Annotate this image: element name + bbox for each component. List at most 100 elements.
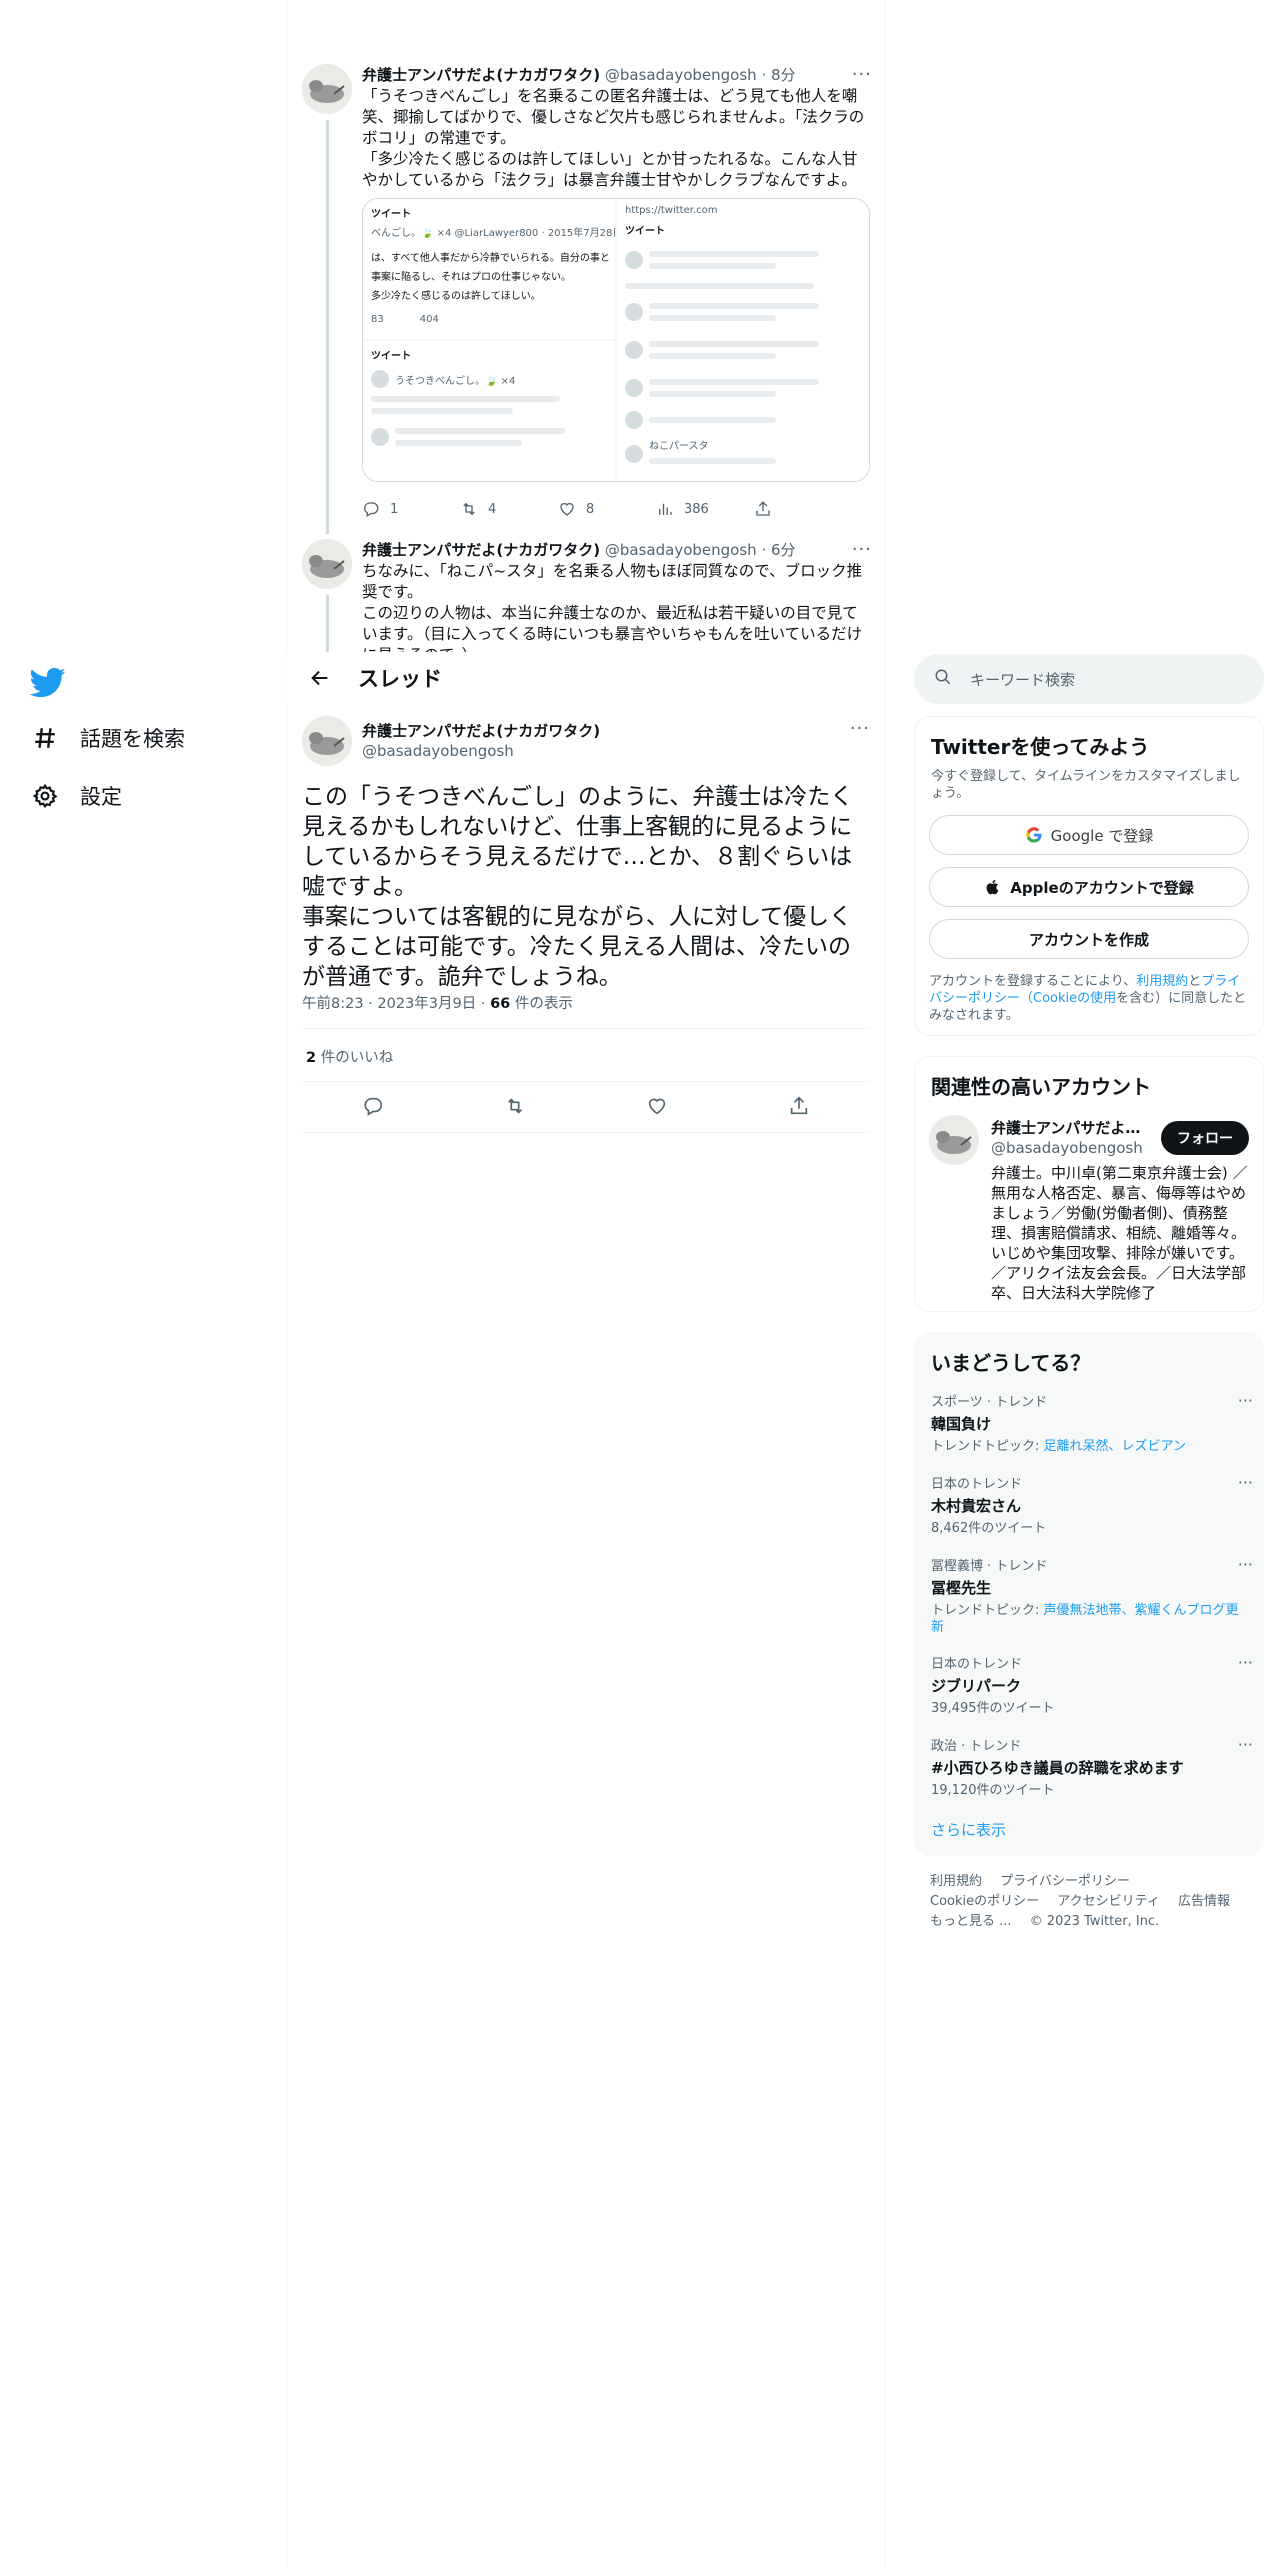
media-text: 83 xyxy=(371,314,384,325)
tweet-actions xyxy=(302,1090,870,1126)
thread-tweet[interactable]: 弁護士アンパサだよ(ナカガワタク) @basadayobengosh · 6分 … xyxy=(302,539,872,652)
thread-tweet[interactable]: 弁護士アンパサだよ(ナカガワタク) @basadayobengosh · 8分 … xyxy=(302,64,872,534)
apple-signup-label: Appleのアカウントで登録 xyxy=(1010,878,1194,897)
avatar[interactable] xyxy=(302,64,352,114)
trend-item[interactable]: 日本のトレンド 木村貴宏さん 8,462件のツイート ··· xyxy=(931,1473,1253,1537)
footer-terms-link[interactable]: 利用規約 xyxy=(930,1874,982,1889)
tweet-time[interactable]: · 6分 xyxy=(761,541,795,559)
author-name[interactable]: 弁護士アンパサだよ(ナカガワタク) xyxy=(362,541,600,559)
back-arrow-icon[interactable] xyxy=(302,660,338,696)
media-text: は、すべて他人事だから冷静でいられる。自分の事と xyxy=(371,253,610,264)
avatar[interactable] xyxy=(929,1115,979,1165)
media-text: ツイート xyxy=(371,351,411,362)
share-button[interactable] xyxy=(754,500,852,518)
tweet-time[interactable]: · 8分 xyxy=(761,66,795,84)
trend-item[interactable]: 冨樫義博 · トレンド 冨樫先生 トレンドトピック: 声優無法地帯、紫耀くんブロ… xyxy=(931,1555,1253,1636)
views-count: 66 xyxy=(490,996,511,1012)
reply-icon[interactable] xyxy=(362,1095,384,1121)
related-title: 関連性の高いアカウント xyxy=(931,1075,1151,1099)
page-title: スレッド xyxy=(358,667,442,691)
trend-item[interactable]: スポーツ · トレンド 韓国負け トレンドトピック: 足離れ呆然、レズビアン ·… xyxy=(931,1391,1253,1455)
legal-text: と xyxy=(1188,974,1202,989)
media-text: 404 xyxy=(419,314,439,325)
google-signup-button[interactable]: Google で登録 xyxy=(929,815,1249,855)
tweet-text: 「うそつきべんごし」を名乗るこの匿名弁護士は、どう見ても他人を嘲笑、揶揄してばか… xyxy=(362,87,865,189)
author-name[interactable]: 弁護士アンパサだよ(ナカガワタク) xyxy=(362,66,600,84)
trend-topic-link[interactable]: 足離れ呆然、レズビアン xyxy=(1044,1439,1186,1454)
footer-privacy-link[interactable]: プライバシーポリシー xyxy=(1000,1874,1130,1889)
footer-more-link[interactable]: もっと見る ... xyxy=(930,1914,1012,1929)
tweet-actions: 1 4 8 386 xyxy=(362,496,872,522)
trend-sub-text: 39,495件のツイート xyxy=(931,1701,1055,1716)
column-divider xyxy=(884,0,885,2568)
related-account-name[interactable]: 弁護士アンパサだよ(ナカガワタク) xyxy=(991,1117,1141,1138)
signup-subtitle: 今すぐ登録して、タイムラインをカスタマイズしましょう。 xyxy=(931,769,1241,801)
share-icon[interactable] xyxy=(788,1095,810,1121)
reply-button[interactable]: 1 xyxy=(362,500,460,518)
column-divider xyxy=(286,0,287,2568)
share-icon xyxy=(756,501,770,516)
like-button[interactable]: 8 xyxy=(558,500,656,518)
footer-copyright: © 2023 Twitter, Inc. xyxy=(1029,1914,1160,1929)
heart-icon[interactable] xyxy=(646,1095,668,1121)
more-icon[interactable]: ··· xyxy=(1238,1735,1253,1754)
tweet-media-grid[interactable]: ツイート べんごし。🍃 ×4 @LiarLawyer800 · 2015年7月2… xyxy=(362,198,870,482)
tweet-meta: 午前8:23 · 2023年3月9日 · 66 件の表示 xyxy=(302,992,573,1013)
author-name[interactable]: 弁護士アンパサだよ(ナカガワタク) xyxy=(362,720,600,741)
search-box[interactable]: キーワード検索 xyxy=(914,654,1264,704)
gear-icon xyxy=(30,781,60,811)
footer-accessibility-link[interactable]: アクセシビリティ xyxy=(1057,1894,1160,1909)
related-accounts-card: 関連性の高いアカウント 弁護士アンパサだよ(ナカガワタク) @basadayob… xyxy=(914,1056,1264,1312)
likes-summary[interactable]: 2 件のいいね xyxy=(306,1046,393,1067)
retweet-button[interactable]: 4 xyxy=(460,500,558,518)
show-more-link[interactable]: さらに表示 xyxy=(931,1819,1006,1840)
more-icon[interactable]: ··· xyxy=(852,64,872,85)
media-image[interactable]: https://twitter.com ツイート ねこパースタ xyxy=(617,199,869,481)
media-text: ねこパースタ xyxy=(649,441,709,452)
more-icon[interactable]: ··· xyxy=(1238,1555,1253,1574)
media-text: 事案に陥るし、それはプロの仕事じゃない。 xyxy=(371,272,571,283)
views-label: 件の表示 xyxy=(510,996,573,1012)
terms-link[interactable]: 利用規約 xyxy=(1136,974,1188,989)
more-icon[interactable]: ··· xyxy=(852,539,872,560)
twitter-logo-icon[interactable] xyxy=(29,664,66,700)
tweet-timestamp[interactable]: 午前8:23 · 2023年3月9日 · xyxy=(302,996,490,1012)
footer-cookie-link[interactable]: Cookieのポリシー xyxy=(930,1894,1039,1909)
more-icon[interactable]: ··· xyxy=(1238,1653,1253,1672)
divider xyxy=(302,1132,870,1133)
more-icon[interactable]: ··· xyxy=(850,718,870,739)
footer-links: 利用規約 プライバシーポリシー Cookieのポリシー アクセシビリティ 広告情… xyxy=(914,1872,1264,1932)
footer-ads-link[interactable]: 広告情報 xyxy=(1178,1894,1230,1909)
views-icon xyxy=(659,503,672,515)
trend-item[interactable]: 日本のトレンド ジブリパーク 39,495件のツイート ··· xyxy=(931,1653,1253,1717)
thread-header: スレッド xyxy=(286,652,884,704)
google-signup-label: Google で登録 xyxy=(1050,826,1154,845)
tweet-text: ちなみに、「ねこパ~スタ」を名乗る人物もほぼ同質なので、ブロック推奨です。 この… xyxy=(362,562,863,652)
trend-sub-text: 19,120件のツイート xyxy=(931,1783,1055,1798)
retweet-icon[interactable] xyxy=(504,1095,526,1121)
trend-item[interactable]: 政治 · トレンド #小西ひろゆき議員の辞職を求めます 19,120件のツイート… xyxy=(931,1735,1253,1799)
avatar[interactable] xyxy=(302,539,352,589)
views-button[interactable]: 386 xyxy=(656,500,754,518)
nav-explore[interactable]: 話題を検索 xyxy=(30,718,185,758)
views-count: 386 xyxy=(684,501,709,517)
related-account-handle[interactable]: @basadayobengosh xyxy=(991,1139,1143,1157)
more-icon[interactable]: ··· xyxy=(1238,1473,1253,1492)
thread-connector xyxy=(326,120,329,534)
avatar[interactable] xyxy=(302,716,352,766)
signup-card: Twitterを使ってみよう 今すぐ登録して、タイムラインをカスタマイズしましょ… xyxy=(914,716,1264,1036)
media-image[interactable]: ツイート べんごし。🍃 ×4 @LiarLawyer800 · 2015年7月2… xyxy=(363,199,615,339)
heart-icon xyxy=(560,502,574,516)
trend-sub: トレンドトピック: 声優無法地帯、紫耀くんブログ更新 xyxy=(931,1602,1251,1636)
nav-settings[interactable]: 設定 xyxy=(30,776,122,816)
more-icon[interactable]: ··· xyxy=(1238,1391,1253,1410)
author-handle[interactable]: @basadayobengosh xyxy=(605,541,757,559)
author-handle[interactable]: @basadayobengosh xyxy=(362,742,514,760)
follow-button[interactable]: フォロー xyxy=(1161,1121,1249,1155)
search-input[interactable]: キーワード検索 xyxy=(970,669,1075,690)
apple-signup-button[interactable]: Appleのアカウントで登録 xyxy=(929,867,1249,907)
media-image[interactable]: ツイート うそつきべんごし。🍃 ×4 xyxy=(363,341,615,481)
create-account-button[interactable]: アカウントを作成 xyxy=(929,919,1249,959)
author-handle[interactable]: @basadayobengosh xyxy=(605,66,757,84)
likes-count: 2 xyxy=(306,1050,317,1066)
